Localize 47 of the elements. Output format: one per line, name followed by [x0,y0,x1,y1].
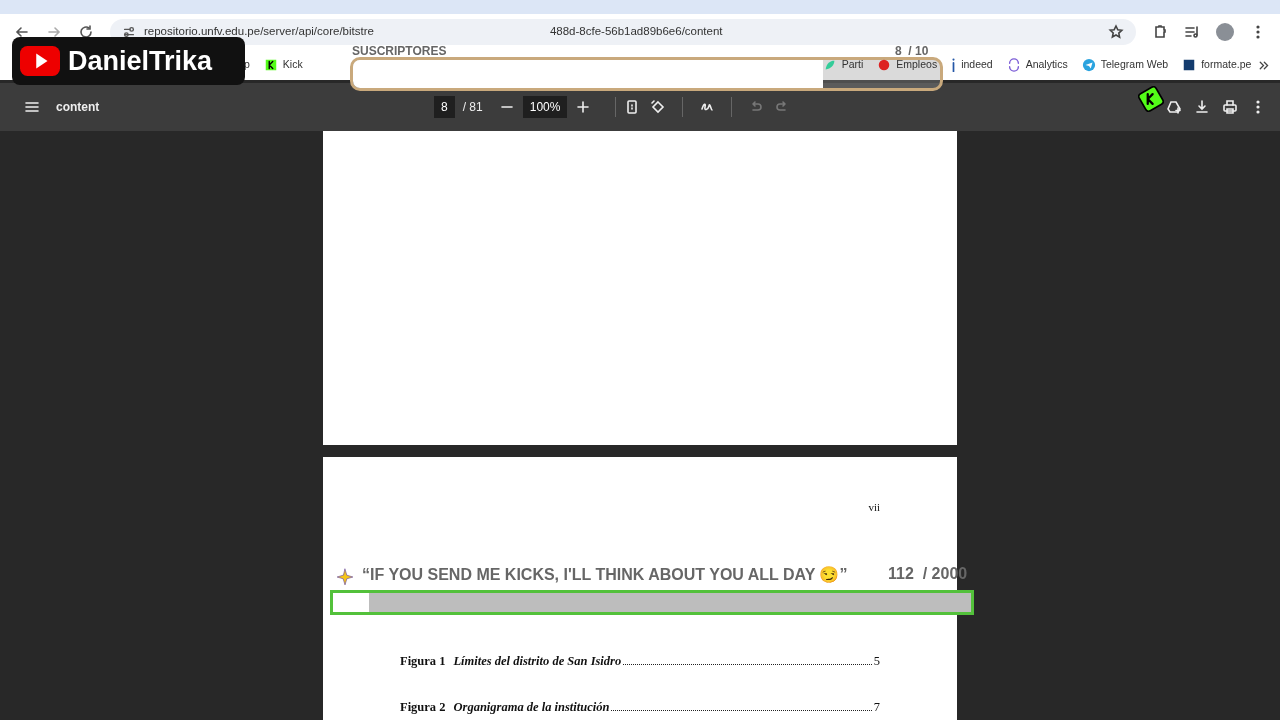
forward-icon[interactable] [46,24,62,40]
paper-plane-icon [1081,58,1096,72]
goal-count: 8 / 10 [895,45,929,57]
bookmark[interactable]: Parti [822,57,864,73]
bookmark[interactable]: formate.pe [1182,57,1252,73]
print-icon[interactable] [1222,99,1238,115]
bookmark[interactable]: p [244,57,250,73]
page-count: / 81 [462,99,483,116]
media-icon[interactable] [1184,24,1200,40]
back-icon[interactable] [14,24,30,40]
bookmark[interactable]: Empleos [877,57,938,73]
sparkle-icon [336,568,354,586]
menu-icon[interactable] [24,99,40,115]
avatar[interactable] [1216,23,1234,41]
address-bar[interactable]: repositorio.unfv.edu.pe/server/api/core/bitstre 488d-8cfe-56b1ad89b6e6/content [110,19,1136,45]
page-number: vii [867,500,880,515]
url-text: 488d-8cfe-56b1ad89b6e6/content [549,24,723,40]
document-title: content [56,99,101,116]
letter-i-icon [951,58,957,72]
figure-page: 5 [873,652,880,670]
download-icon[interactable] [1194,99,1210,115]
site-info-icon[interactable] [122,25,136,39]
bookmark[interactable]: indeed [951,57,993,73]
page-number-field[interactable]: 8 [434,96,455,118]
channel-name: DanielTrika [68,44,213,78]
swirl-logo-icon [1006,58,1021,72]
bookmark[interactable]: Analytics [1006,57,1068,73]
reload-icon[interactable] [78,24,94,40]
puzzle-icon[interactable] [1152,24,1168,40]
zoom-field[interactable]: 100% [522,96,568,118]
figure-page: 7 [873,699,880,717]
figure-label: Figura 1 [400,652,446,670]
bookmark[interactable]: Telegram Web [1081,57,1169,73]
star-icon[interactable] [1108,24,1124,40]
circle-logo-icon [877,58,892,72]
figure-title: Organigrama de la institución [453,699,610,717]
url-text: repositorio.unfv.edu.pe/server/api/core/bitstre [144,24,374,40]
figure-label: Figura 2 [400,699,446,717]
k-logo-icon [263,58,278,72]
goal-title: “IF YOU SEND ME KICKS, I'LL THINK ABOUT YOU ALL DAY 😏” [362,567,848,583]
zoom-in-icon[interactable] [575,99,592,115]
rotate-icon[interactable] [650,99,667,115]
figure-title: Límites del distrito de San Isidro [453,652,622,670]
kick-logo-icon [1138,86,1164,112]
square-logo-icon [1182,58,1197,72]
bookmark[interactable]: Kick [263,57,303,73]
goal-title: SUSCRIPTORES [352,45,447,57]
